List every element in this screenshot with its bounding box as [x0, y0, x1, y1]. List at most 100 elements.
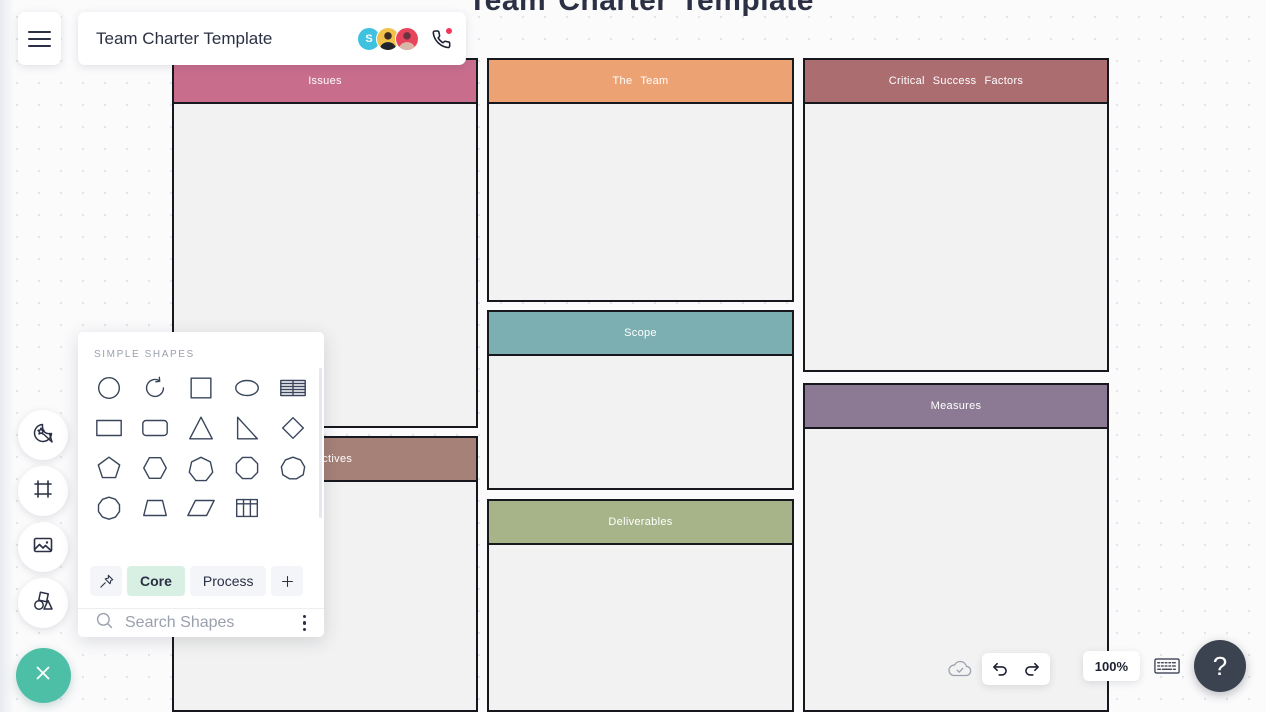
shape-tab-label: Core	[140, 573, 172, 589]
kebab-dot	[302, 614, 306, 619]
card-title-measures: Measures	[927, 400, 986, 412]
shapes-icon	[31, 589, 55, 618]
sticker-icon-button[interactable]	[18, 410, 68, 460]
shapes-icon-button[interactable]	[18, 578, 68, 628]
shapes-more-options-icon[interactable]	[299, 611, 311, 636]
menu-button[interactable]	[18, 12, 61, 65]
card-body-critical-success-factors[interactable]	[805, 104, 1107, 370]
shape-trapezoid[interactable]	[132, 490, 178, 526]
card-header-the-team[interactable]: The Team	[489, 60, 792, 104]
hamburger-line	[28, 37, 51, 40]
document-title[interactable]: Team Charter Template	[96, 29, 357, 49]
redo-button[interactable]	[1020, 657, 1044, 681]
card-title-critical-success-factors: Critical Success Factors	[885, 75, 1027, 87]
shape-rounded-rectangle[interactable]	[132, 410, 178, 446]
heptagon-icon	[188, 456, 214, 482]
shape-tab-core[interactable]: Core	[127, 566, 185, 596]
rounded-rectangle-icon	[142, 419, 168, 437]
card-body-scope[interactable]	[489, 356, 792, 488]
shape-table-lines[interactable]	[270, 370, 316, 406]
card-header-critical-success-factors[interactable]: Critical Success Factors	[805, 60, 1107, 104]
frame-icon-button[interactable]	[18, 466, 68, 516]
card-title-issues: Issues	[304, 75, 346, 87]
cloud-saved-icon	[947, 659, 973, 679]
frame-icon	[31, 477, 55, 506]
card-title-scope: Scope	[620, 327, 661, 339]
shape-diamond[interactable]	[270, 410, 316, 446]
card-title-word: The	[612, 75, 633, 87]
square-icon	[190, 377, 212, 399]
search-shapes-input[interactable]: Search Shapes	[125, 614, 289, 632]
search-icon	[94, 610, 115, 636]
table-lines-icon	[280, 379, 306, 397]
shape-search-row[interactable]: Search Shapes	[78, 609, 324, 637]
board-title-word: Template	[680, 0, 814, 17]
shape-circle[interactable]	[86, 370, 132, 406]
shape-triangle[interactable]	[178, 410, 224, 446]
image-icon	[31, 533, 55, 562]
shape-tab-pin[interactable]	[90, 566, 122, 596]
shape-tab-add[interactable]	[271, 566, 304, 596]
parallelogram-icon	[187, 499, 215, 517]
card-header-issues[interactable]: Issues	[174, 60, 476, 104]
shape-pentagon[interactable]	[86, 450, 132, 486]
shape-octagon[interactable]	[224, 450, 270, 486]
close-tools-button[interactable]	[15, 648, 71, 703]
ellipse-icon	[235, 379, 259, 397]
shape-rectangle[interactable]	[86, 410, 132, 446]
diamond-icon	[281, 416, 305, 440]
sticker-icon	[31, 421, 55, 450]
shape-arc[interactable]	[132, 370, 178, 406]
card-body-deliverables[interactable]	[489, 545, 792, 710]
shape-square[interactable]	[178, 370, 224, 406]
card-header-scope[interactable]: Scope	[489, 312, 792, 356]
board-card-scope[interactable]: Scope	[487, 310, 794, 490]
call-notification-dot	[445, 26, 453, 35]
card-title-word: Scope	[624, 327, 657, 339]
right-triangle-icon	[236, 416, 259, 440]
zoom-level[interactable]: 100%	[1082, 651, 1140, 681]
board-card-critical-success-factors[interactable]: Critical Success Factors	[803, 58, 1109, 372]
shapes-panel: SIMPLE SHAPES Core Process Search Shapes	[78, 332, 324, 637]
whiteboard-app: Team Charter Template Issues Objectives The T…	[0, 0, 1266, 712]
card-title-word: Success	[932, 75, 977, 87]
card-body-the-team[interactable]	[489, 104, 792, 300]
shape-ellipse[interactable]	[224, 370, 270, 406]
rectangle-icon	[96, 419, 122, 437]
save-and-history-cluster	[947, 653, 1050, 685]
plus-icon	[281, 575, 293, 587]
collaborator-avatars: S	[357, 26, 419, 51]
shape-tab-label: Process	[202, 573, 254, 589]
trapezoid-icon	[143, 499, 167, 517]
shapes-scrollbar[interactable]	[319, 368, 322, 518]
call-icon[interactable]	[430, 26, 453, 50]
card-title-deliverables: Deliverables	[604, 516, 676, 528]
shape-hexagon[interactable]	[132, 450, 178, 486]
shape-nonagon[interactable]	[270, 450, 316, 486]
board-card-the-team[interactable]: The Team	[487, 58, 794, 302]
shape-heptagon[interactable]	[178, 450, 224, 486]
keyboard-shortcuts-icon[interactable]	[1154, 657, 1180, 675]
pentagon-icon	[97, 456, 121, 479]
shape-grid-table[interactable]	[224, 490, 270, 526]
shape-decagon[interactable]	[86, 490, 132, 526]
hexagon-icon	[143, 456, 167, 480]
undo-button[interactable]	[988, 657, 1012, 681]
card-header-measures[interactable]: Measures	[805, 385, 1107, 429]
image-icon-button[interactable]	[18, 522, 68, 572]
card-title-the-team: The Team	[609, 75, 673, 87]
board-title-word: Team	[468, 0, 547, 17]
close-icon	[31, 661, 55, 690]
avatar[interactable]	[395, 26, 419, 51]
card-title-word: Factors	[984, 75, 1024, 87]
shape-parallelogram[interactable]	[178, 490, 224, 526]
shape-tab-process[interactable]: Process	[189, 566, 267, 596]
card-header-deliverables[interactable]: Deliverables	[489, 501, 792, 545]
shape-right-triangle[interactable]	[224, 410, 270, 446]
card-title-word: Team	[640, 75, 669, 87]
board-card-deliverables[interactable]: Deliverables	[487, 499, 794, 712]
grid-table-icon	[235, 498, 259, 518]
help-button[interactable]: ?	[1194, 640, 1246, 692]
hamburger-line	[28, 44, 51, 47]
pin-icon	[99, 574, 113, 588]
